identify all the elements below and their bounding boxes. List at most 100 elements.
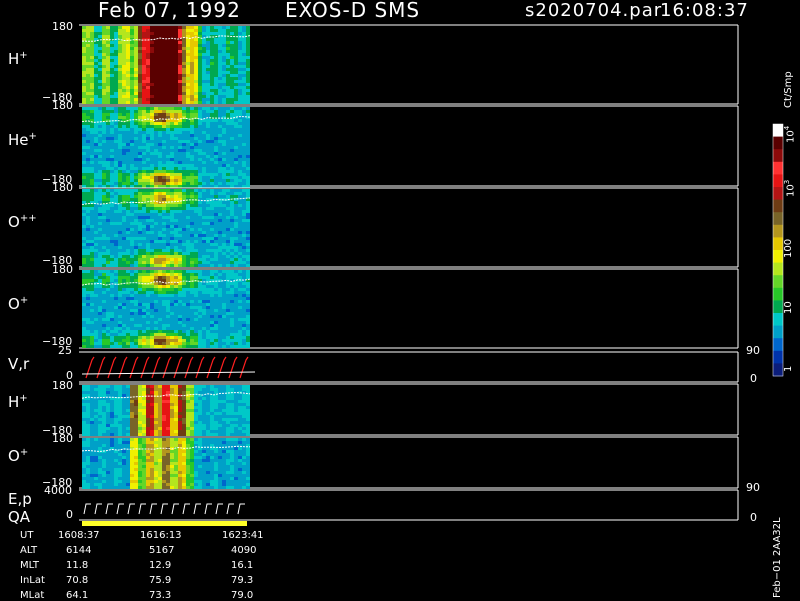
spectrogram-cell [182,113,186,116]
spectrogram-cell [154,222,158,225]
spectrogram-cell [154,98,158,101]
spectrogram-cell [242,56,246,59]
spectrogram-cell [146,333,150,336]
spectrogram-cell [186,321,190,324]
spectrogram-cell [166,327,170,330]
spectrogram-cell [94,192,98,195]
spectrogram-cell [110,29,114,32]
spectrogram-cell [218,231,222,234]
spectrogram-cell [218,173,222,176]
spectrogram-cell [94,35,98,38]
spectrogram-cell [110,333,114,336]
spectrogram-cell [114,116,118,119]
spectrogram-cell [146,134,150,137]
spectrogram-cell [166,409,170,412]
spectrogram-cell [190,137,194,140]
spectrogram-cell [90,228,94,231]
spectrogram-cell [154,140,158,143]
spectrogram-cell [190,182,194,185]
spectrogram-cell [170,303,174,306]
spectrogram-cell [154,195,158,198]
spectrogram-cell [86,95,90,98]
spectrogram-cell [222,309,226,312]
spectrogram-cell [190,285,194,288]
spectrogram-cell [134,264,138,267]
spectrogram-cell [194,333,198,336]
spectrogram-cell [198,110,202,113]
spectrogram-cell [230,146,234,149]
spectrogram-cell [222,225,226,228]
spectrogram-cell [202,421,206,424]
spectrogram-cell [170,107,174,110]
spectrogram-cell [142,80,146,83]
spectrogram-cell [86,240,90,243]
spectrogram-cell [154,216,158,219]
spectrogram-cell [118,131,122,134]
spectrogram-cell [238,189,242,192]
spectrogram-cell [174,406,178,409]
spectrogram-cell [86,246,90,249]
spectrogram-cell [150,216,154,219]
spectrogram-cell [118,59,122,62]
spectrogram-cell [246,86,250,89]
spectrogram-cell [94,110,98,113]
spectrogram-cell [94,62,98,65]
spectrogram-cell [170,258,174,261]
spectrogram-cell [170,207,174,210]
spectrogram-cell [158,237,162,240]
spectrogram-cell [114,297,118,300]
spectrogram-cell [154,303,158,306]
spectrogram-cell [214,216,218,219]
spectrogram-cell [170,68,174,71]
spectrogram-cell [182,294,186,297]
spectrogram-cell [146,330,150,333]
spectrogram-cell [106,336,110,339]
spectrogram-cell [126,128,130,131]
spectrogram-cell [198,406,202,409]
spectrogram-cell [86,336,90,339]
spectrogram-cell [90,309,94,312]
spectrogram-cell [146,246,150,249]
spectrogram-cell [110,71,114,74]
spectrogram-cell [114,122,118,125]
spectrogram-cell [198,101,202,104]
spectrogram-cell [102,98,106,101]
spectrogram-cell [154,182,158,185]
spectrogram-cell [110,59,114,62]
spectrogram-cell [98,198,102,201]
spectrogram-cell [154,74,158,77]
spectrogram-cell [110,65,114,68]
spectrogram-cell [170,418,174,421]
spectrogram-cell [190,385,194,388]
spectrogram-cell [94,345,98,348]
spectrogram-cell [206,89,210,92]
spectrogram-cell [230,182,234,185]
spectrogram-cell [118,207,122,210]
spectrogram-cell [158,95,162,98]
spectrogram-cell [174,424,178,427]
spectrogram-cell [194,158,198,161]
spectrogram-cell [214,261,218,264]
spectrogram-cell [118,198,122,201]
spectrogram-cell [126,388,130,391]
spectrogram-cell [174,403,178,406]
spectrogram-cell [106,297,110,300]
spectrogram-cell [214,273,218,276]
spectrogram-cell [166,336,170,339]
spectrogram-cell [230,291,234,294]
spectrogram-cell [122,152,126,155]
spectrogram-cell [234,137,238,140]
spectrogram-cell [146,297,150,300]
spectrogram-cell [82,276,86,279]
spectrogram-cell [122,101,126,104]
spectrogram-cell [98,62,102,65]
spectrogram-cell [162,249,166,252]
spectrogram-cell [226,167,230,170]
spectrogram-cell [134,246,138,249]
spectrogram-cell [246,74,250,77]
spectrogram-cell [158,98,162,101]
spectrogram-cell [82,182,86,185]
spectrogram-cell [238,179,242,182]
spectrogram-cell [82,258,86,261]
spectrogram-cell [246,297,250,300]
